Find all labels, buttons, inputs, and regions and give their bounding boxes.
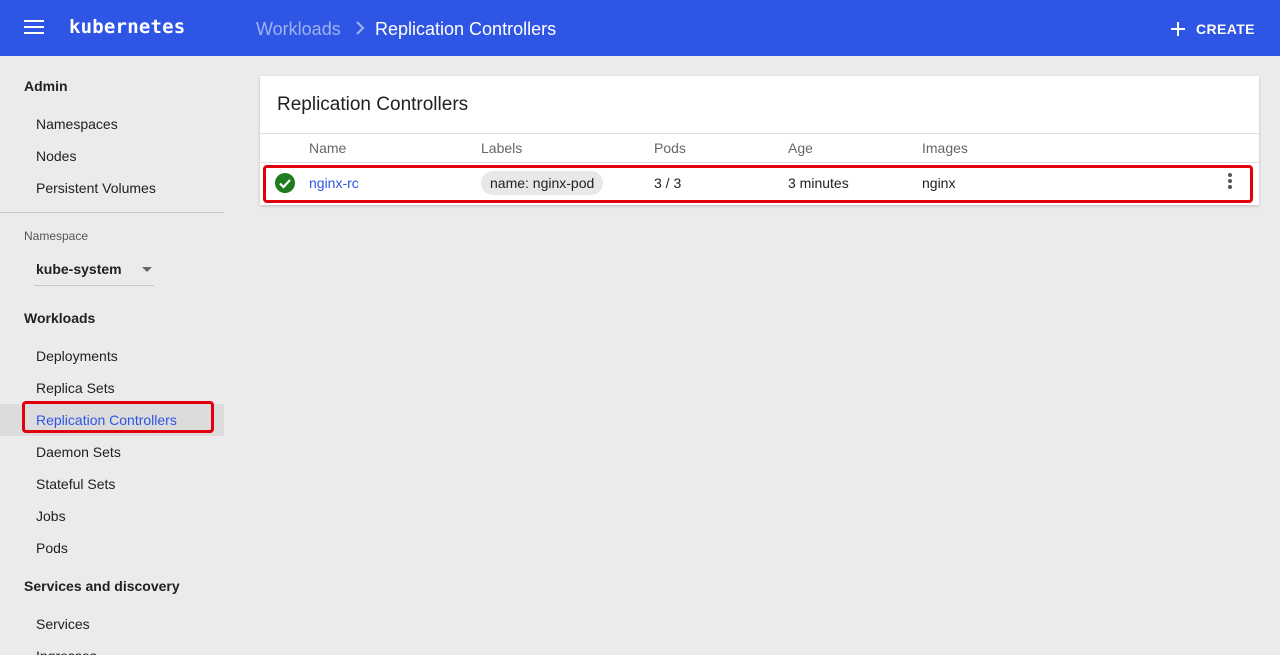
sidebar-section-admin[interactable]: Admin [24, 78, 68, 94]
sidebar-item-persistent-volumes[interactable]: Persistent Volumes [0, 172, 224, 204]
chevron-right-icon [356, 21, 365, 35]
column-header-labels: Labels [481, 140, 523, 156]
namespace-select[interactable]: kube-system [34, 254, 154, 286]
namespace-label: Namespace [24, 229, 89, 243]
sidebar-item-daemon-sets[interactable]: Daemon Sets [0, 436, 224, 468]
sidebar-item-pods[interactable]: Pods [0, 532, 224, 564]
menu-icon[interactable] [24, 20, 44, 36]
sidebar-divider [0, 212, 224, 213]
sidebar-item-jobs[interactable]: Jobs [0, 500, 224, 532]
create-button[interactable]: CREATE [1170, 19, 1255, 39]
caret-down-icon [142, 267, 152, 272]
column-header-age: Age [788, 140, 813, 156]
sidebar-section-workloads[interactable]: Workloads [24, 310, 95, 326]
column-header-name: Name [309, 140, 347, 156]
sidebar-item-nodes[interactable]: Nodes [0, 140, 224, 172]
sidebar-item-replica-sets[interactable]: Replica Sets [0, 372, 224, 404]
plus-icon [1171, 22, 1185, 36]
sidebar-section-services[interactable]: Services and discovery [24, 578, 180, 594]
page-title: Replication Controllers [375, 19, 557, 39]
sidebar-item-deployments[interactable]: Deployments [0, 340, 224, 372]
top-bar: kubernetes Workloads Replication Control… [0, 0, 1280, 56]
column-header-pods: Pods [654, 140, 686, 156]
card-divider [260, 133, 1259, 134]
sidebar-item-ingresses[interactable]: Ingresses [0, 640, 224, 655]
sidebar-item-namespaces[interactable]: Namespaces [0, 108, 224, 140]
sidebar-highlight-box [22, 401, 214, 433]
create-label: CREATE [1196, 21, 1255, 37]
brand-logo[interactable]: kubernetes [69, 16, 185, 38]
column-header-images: Images [922, 140, 968, 156]
row-highlight-box [263, 165, 1253, 203]
card-title: Replication Controllers [277, 94, 469, 115]
sidebar: Admin Namespaces Nodes Persistent Volume… [0, 56, 224, 655]
sidebar-item-stateful-sets[interactable]: Stateful Sets [0, 468, 224, 500]
namespace-value: kube-system [36, 261, 122, 277]
sidebar-item-services[interactable]: Services [0, 608, 224, 640]
breadcrumb-workloads[interactable]: Workloads [256, 19, 341, 40]
